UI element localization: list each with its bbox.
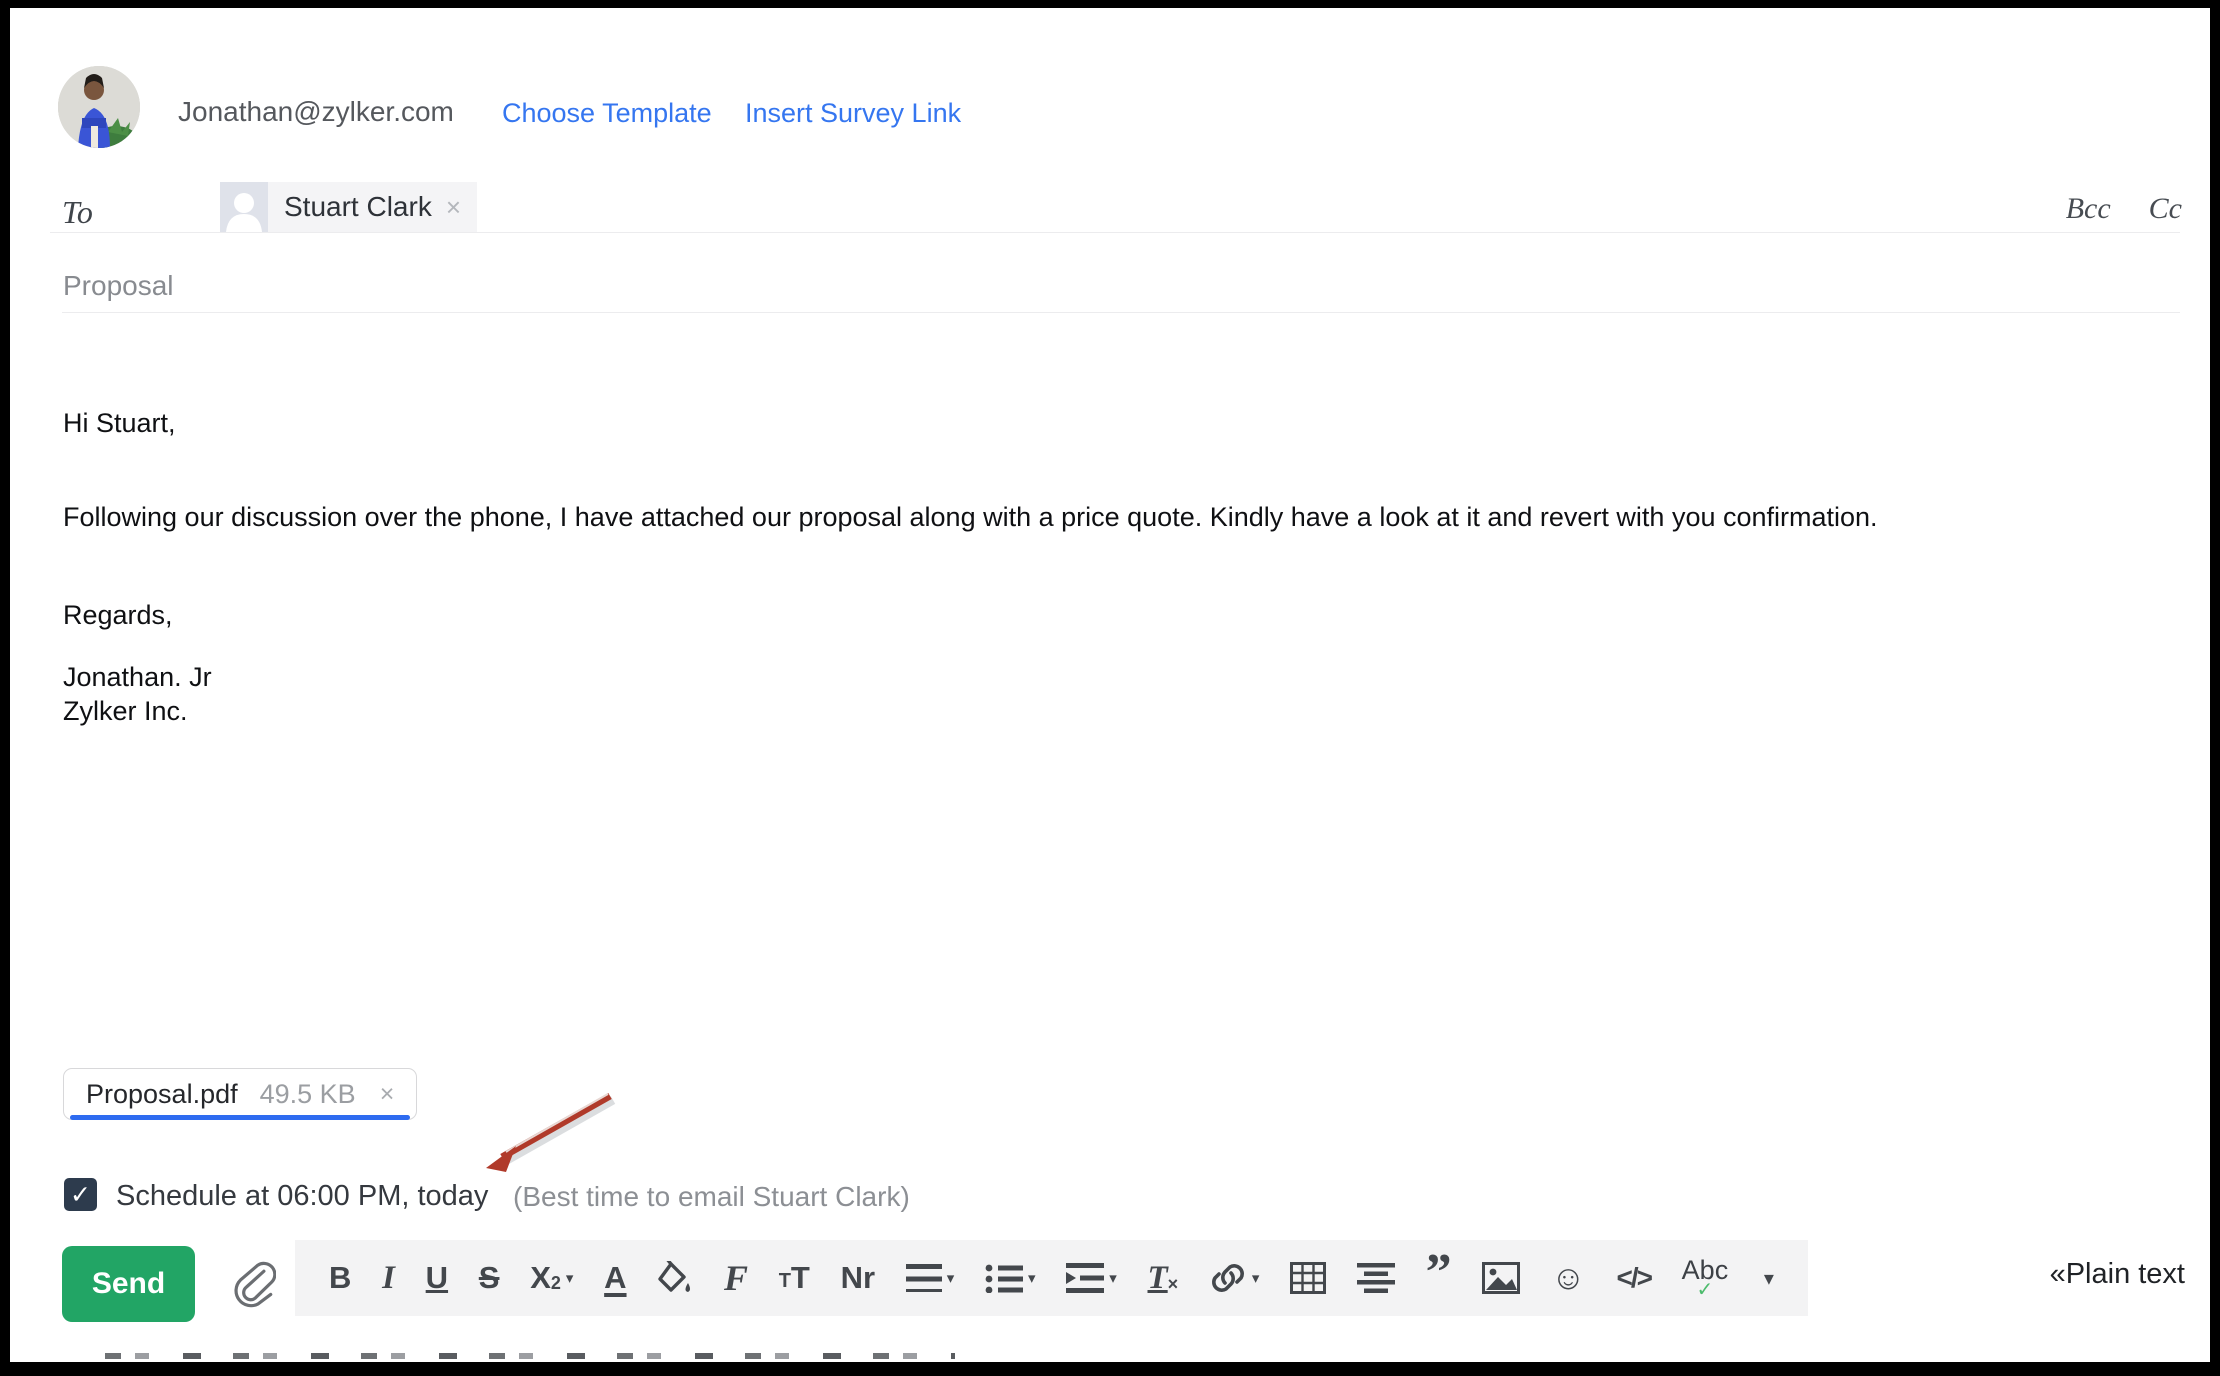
cc-toggle[interactable]: Cc	[2149, 192, 2182, 226]
attachment-size: 49.5 KB	[260, 1079, 356, 1110]
insert-code-button[interactable]: </>	[1616, 1262, 1650, 1294]
bullet-list-icon	[985, 1263, 1023, 1293]
line-spacing-icon	[1357, 1263, 1395, 1293]
font-color-button[interactable]: A	[604, 1260, 626, 1296]
checkbox-check-icon: ✓	[70, 1180, 91, 1210]
body-paragraph[interactable]: Following our discussion over the phone,…	[63, 500, 2123, 534]
bold-button[interactable]: B	[329, 1260, 351, 1296]
email-compose-window: Jonathan@zylker.com Choose Template Inse…	[10, 8, 2210, 1362]
recipients-divider	[50, 232, 2180, 233]
schedule-label[interactable]: Schedule at 06:00 PM, today	[116, 1180, 488, 1213]
recipient-chip[interactable]: Stuart Clark ×	[220, 182, 477, 232]
font-family-button[interactable]: F	[724, 1257, 748, 1299]
attachment-chip[interactable]: Proposal.pdf 49.5 KB ×	[63, 1068, 417, 1120]
clipped-bottom-row	[105, 1353, 955, 1359]
choose-template-link[interactable]: Choose Template	[502, 98, 712, 129]
bcc-toggle[interactable]: Bcc	[2066, 192, 2111, 226]
chevron-down-icon: ▾	[1764, 1266, 1774, 1291]
body-signature[interactable]: Jonathan. Jr Zylker Inc.	[63, 660, 212, 728]
subscript-button[interactable]: X2▾	[530, 1260, 573, 1296]
insert-table-button[interactable]	[1290, 1262, 1326, 1294]
clear-format-button[interactable]: T×	[1148, 1260, 1179, 1297]
to-field-label: To	[62, 194, 93, 231]
subject-field[interactable]: Proposal	[63, 270, 174, 302]
insert-emoji-button[interactable]: ☺	[1551, 1259, 1586, 1298]
chevron-down-icon: ▾	[1109, 1269, 1117, 1287]
fill-color-button[interactable]	[657, 1261, 693, 1295]
sender-avatar	[58, 66, 140, 148]
attach-file-button[interactable]	[232, 1260, 276, 1308]
indent-icon	[1066, 1263, 1104, 1293]
from-email[interactable]: Jonathan@zylker.com	[178, 96, 454, 128]
table-icon	[1290, 1262, 1326, 1294]
align-justify-icon	[906, 1264, 942, 1292]
upload-progress-bar	[70, 1115, 410, 1120]
spellcheck-button[interactable]: Abc ✓	[1682, 1258, 1729, 1298]
link-icon	[1209, 1260, 1247, 1296]
body-greeting[interactable]: Hi Stuart,	[63, 406, 176, 440]
schedule-checkbox[interactable]: ✓	[64, 1178, 97, 1211]
body-regards[interactable]: Regards,	[63, 598, 173, 632]
schedule-best-time-hint: (Best time to email Stuart Clark)	[513, 1181, 910, 1213]
alignment-button[interactable]: ▾	[906, 1264, 955, 1292]
attachment-filename: Proposal.pdf	[86, 1079, 238, 1110]
underline-button[interactable]: U	[426, 1260, 448, 1296]
insert-survey-link[interactable]: Insert Survey Link	[745, 98, 961, 129]
recipient-name: Stuart Clark	[284, 191, 432, 223]
formatting-toolbar: B I U S X2▾ A F TT Nr ▾ ▾	[295, 1240, 1808, 1316]
strikethrough-button[interactable]: S	[479, 1260, 500, 1296]
paint-bucket-icon	[657, 1261, 693, 1295]
plain-text-toggle[interactable]: «Plain text	[2050, 1258, 2185, 1291]
send-button[interactable]: Send	[62, 1246, 195, 1322]
line-spacing-button[interactable]	[1357, 1263, 1395, 1293]
chevron-down-icon: ▾	[566, 1269, 574, 1287]
indent-button[interactable]: ▾	[1066, 1263, 1117, 1293]
number-format-button[interactable]: Nr	[841, 1260, 875, 1296]
insert-link-button[interactable]: ▾	[1209, 1260, 1260, 1296]
signature-company: Zylker Inc.	[63, 694, 212, 728]
subject-divider	[62, 312, 2180, 313]
remove-recipient-icon[interactable]: ×	[446, 192, 461, 223]
chevron-down-icon: ▾	[1028, 1269, 1036, 1287]
chevron-down-icon: ▾	[1252, 1269, 1260, 1287]
font-size-button[interactable]: TT	[779, 1260, 810, 1296]
image-icon	[1482, 1262, 1520, 1294]
spellcheck-check-icon: ✓	[1697, 1282, 1714, 1298]
signature-name: Jonathan. Jr	[63, 660, 212, 694]
bullet-list-button[interactable]: ▾	[985, 1263, 1036, 1293]
annotation-arrow	[472, 1080, 622, 1180]
remove-attachment-icon[interactable]: ×	[380, 1080, 395, 1109]
contact-placeholder-icon	[220, 182, 268, 232]
blockquote-button[interactable]: ”	[1426, 1263, 1452, 1293]
chevron-down-icon: ▾	[947, 1269, 955, 1287]
toolbar-more-button[interactable]: ▾	[1759, 1266, 1774, 1291]
italic-button[interactable]: I	[382, 1260, 395, 1297]
insert-image-button[interactable]	[1482, 1262, 1520, 1294]
